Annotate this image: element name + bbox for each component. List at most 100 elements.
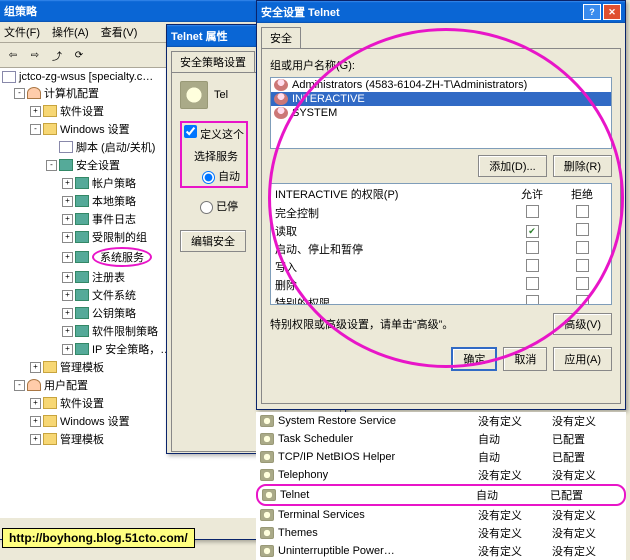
refresh-icon[interactable]: ⟳ <box>69 46 89 64</box>
tab-security[interactable]: 安全 <box>261 27 301 48</box>
add-button[interactable]: 添加(D)... <box>478 155 546 177</box>
allow-checkbox[interactable] <box>526 241 539 254</box>
expand-toggle[interactable]: + <box>30 398 41 409</box>
user-icon <box>27 379 41 391</box>
help-button[interactable]: ? <box>583 4 601 20</box>
secdlg-content: 组或用户名称(G): Administrators (4583-6104-ZH-… <box>261 48 621 404</box>
expand-toggle[interactable]: + <box>30 416 41 427</box>
folder-icon <box>43 123 57 135</box>
expand-toggle[interactable]: + <box>62 344 73 355</box>
allow-checkbox[interactable] <box>526 295 539 304</box>
group-row[interactable]: SYSTEM <box>271 106 611 120</box>
expand-toggle[interactable]: + <box>62 326 73 337</box>
permission-row: 删除 <box>271 276 611 294</box>
expand-toggle[interactable]: + <box>62 308 73 319</box>
expand-toggle[interactable]: + <box>30 362 41 373</box>
group-row[interactable]: INTERACTIVE <box>271 92 611 106</box>
define-policy-checkbox[interactable] <box>184 125 197 138</box>
book-icon <box>75 325 89 337</box>
allow-checkbox[interactable]: ✔ <box>526 225 539 238</box>
expand-toggle[interactable]: - <box>14 88 25 99</box>
tree-item-label: Windows 设置 <box>60 413 130 429</box>
define-policy-label: 定义这个 <box>200 129 244 141</box>
deny-checkbox[interactable] <box>576 223 589 236</box>
tree-item-label: 管理模板 <box>60 431 104 447</box>
service-row[interactable]: Themes没有定义没有定义 <box>256 524 626 542</box>
groups-listbox[interactable]: Administrators (4583-6104-ZH-T\Administr… <box>270 77 612 149</box>
allow-checkbox[interactable] <box>526 205 539 218</box>
allow-checkbox[interactable] <box>526 277 539 290</box>
book-icon <box>75 343 89 355</box>
deny-checkbox[interactable] <box>576 295 589 304</box>
user-icon <box>27 87 41 99</box>
expand-toggle[interactable]: + <box>62 252 73 263</box>
special-perm-text: 特别权限或高级设置，请单击“高级”。 <box>270 316 545 332</box>
radio-disabled[interactable] <box>200 201 213 214</box>
gear-icon <box>260 527 274 539</box>
tab-security-policy[interactable]: 安全策略设置 <box>171 51 255 72</box>
secdlg-tabstrip: 安全 <box>257 23 625 48</box>
tree-item-label: 注册表 <box>92 269 125 285</box>
gear-icon <box>260 469 274 481</box>
expand-toggle[interactable]: - <box>30 124 41 135</box>
highlight-marker: 系统服务 <box>92 247 152 267</box>
tree-item-label: 事件日志 <box>92 211 136 227</box>
edit-security-button[interactable]: 编辑安全 <box>180 230 246 252</box>
radio-auto[interactable] <box>202 171 215 184</box>
expand-toggle[interactable]: + <box>62 196 73 207</box>
menu-file[interactable]: 文件(F) <box>4 24 40 40</box>
expand-toggle[interactable]: - <box>14 380 25 391</box>
service-row[interactable]: TCP/IP NetBIOS Helper自动已配置 <box>256 448 626 466</box>
menu-action[interactable]: 操作(A) <box>52 24 89 40</box>
up-icon[interactable]: ⤴ <box>47 46 67 64</box>
expand-toggle[interactable]: + <box>62 232 73 243</box>
gpedit-titlebar[interactable]: 组策略 <box>0 0 259 22</box>
root-icon <box>2 71 16 83</box>
allow-checkbox[interactable] <box>526 259 539 272</box>
group-row[interactable]: Administrators (4583-6104-ZH-T\Administr… <box>271 78 611 92</box>
fwd-icon[interactable]: ⇨ <box>25 46 45 64</box>
tree-item-label: 公钥策略 <box>92 305 136 321</box>
select-startup-label: 选择服务 <box>194 148 244 164</box>
service-row[interactable]: Uninterruptible Power…没有定义没有定义 <box>256 542 626 560</box>
book-icon <box>75 271 89 283</box>
service-row[interactable]: Telephony没有定义没有定义 <box>256 466 626 484</box>
expand-toggle[interactable]: + <box>62 272 73 283</box>
cancel-button[interactable]: 取消 <box>503 347 547 371</box>
groups-label: 组或用户名称(G): <box>270 57 612 73</box>
expand-toggle[interactable]: + <box>62 178 73 189</box>
apply-button[interactable]: 应用(A) <box>553 347 612 371</box>
expand-toggle[interactable]: + <box>62 290 73 301</box>
security-settings-window: 安全设置 Telnet ? ✕ 安全 组或用户名称(G): Administra… <box>256 0 626 410</box>
deny-checkbox[interactable] <box>576 259 589 272</box>
services-list[interactable]: System Restore Service没有定义没有定义Task Sched… <box>256 412 626 560</box>
radio-disabled-label: 已停 <box>216 201 238 213</box>
deny-checkbox[interactable] <box>576 277 589 290</box>
expand-toggle[interactable]: + <box>62 214 73 225</box>
tree-item-label: 帐户策略 <box>92 175 136 191</box>
close-button[interactable]: ✕ <box>603 4 621 20</box>
advanced-button[interactable]: 高级(V) <box>553 313 612 335</box>
tree-item-label: 用户配置 <box>44 377 88 393</box>
page-icon <box>59 141 73 153</box>
back-icon[interactable]: ⇦ <box>3 46 23 64</box>
gear-icon <box>262 489 276 501</box>
source-url: http://boyhong.blog.51cto.com/ <box>2 528 195 548</box>
service-row[interactable]: System Restore Service没有定义没有定义 <box>256 412 626 430</box>
expand-toggle[interactable]: + <box>30 106 41 117</box>
deny-checkbox[interactable] <box>576 205 589 218</box>
remove-button[interactable]: 删除(R) <box>553 155 612 177</box>
gear-icon <box>260 509 274 521</box>
service-row[interactable]: Terminal Services没有定义没有定义 <box>256 506 626 524</box>
ok-button[interactable]: 确定 <box>451 347 497 371</box>
perm-header-label: INTERACTIVE 的权限(P) <box>275 186 507 202</box>
expand-toggle[interactable]: - <box>46 160 57 171</box>
deny-checkbox[interactable] <box>576 241 589 254</box>
expand-toggle[interactable]: + <box>30 434 41 445</box>
secdlg-titlebar[interactable]: 安全设置 Telnet ? ✕ <box>257 1 625 23</box>
menu-view[interactable]: 查看(V) <box>101 24 138 40</box>
service-row[interactable]: Telnet自动已配置 <box>256 484 626 506</box>
tree-item-label: 计算机配置 <box>44 85 99 101</box>
service-row[interactable]: Task Scheduler自动已配置 <box>256 430 626 448</box>
service-name-label: Tel <box>214 89 228 101</box>
